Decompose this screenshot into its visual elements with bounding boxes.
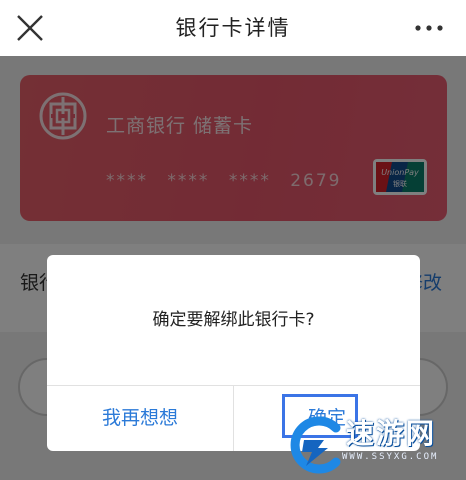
watermark-logo-icon [290,416,341,474]
more-options-icon[interactable] [412,14,446,42]
top-bar: 银行卡详情 [0,0,466,56]
watermark: 速游网 WWW.SSYXG.COM [284,410,466,480]
watermark-url: WWW.SSYXG.COM [342,452,439,462]
page-title: 银行卡详情 [175,16,291,40]
watermark-text: 速游网 [346,417,437,450]
cancel-button[interactable]: 我再想想 [47,386,233,451]
ellipsis-icon [415,25,443,31]
dialog-message: 确定要解绑此银行卡? [152,310,315,330]
